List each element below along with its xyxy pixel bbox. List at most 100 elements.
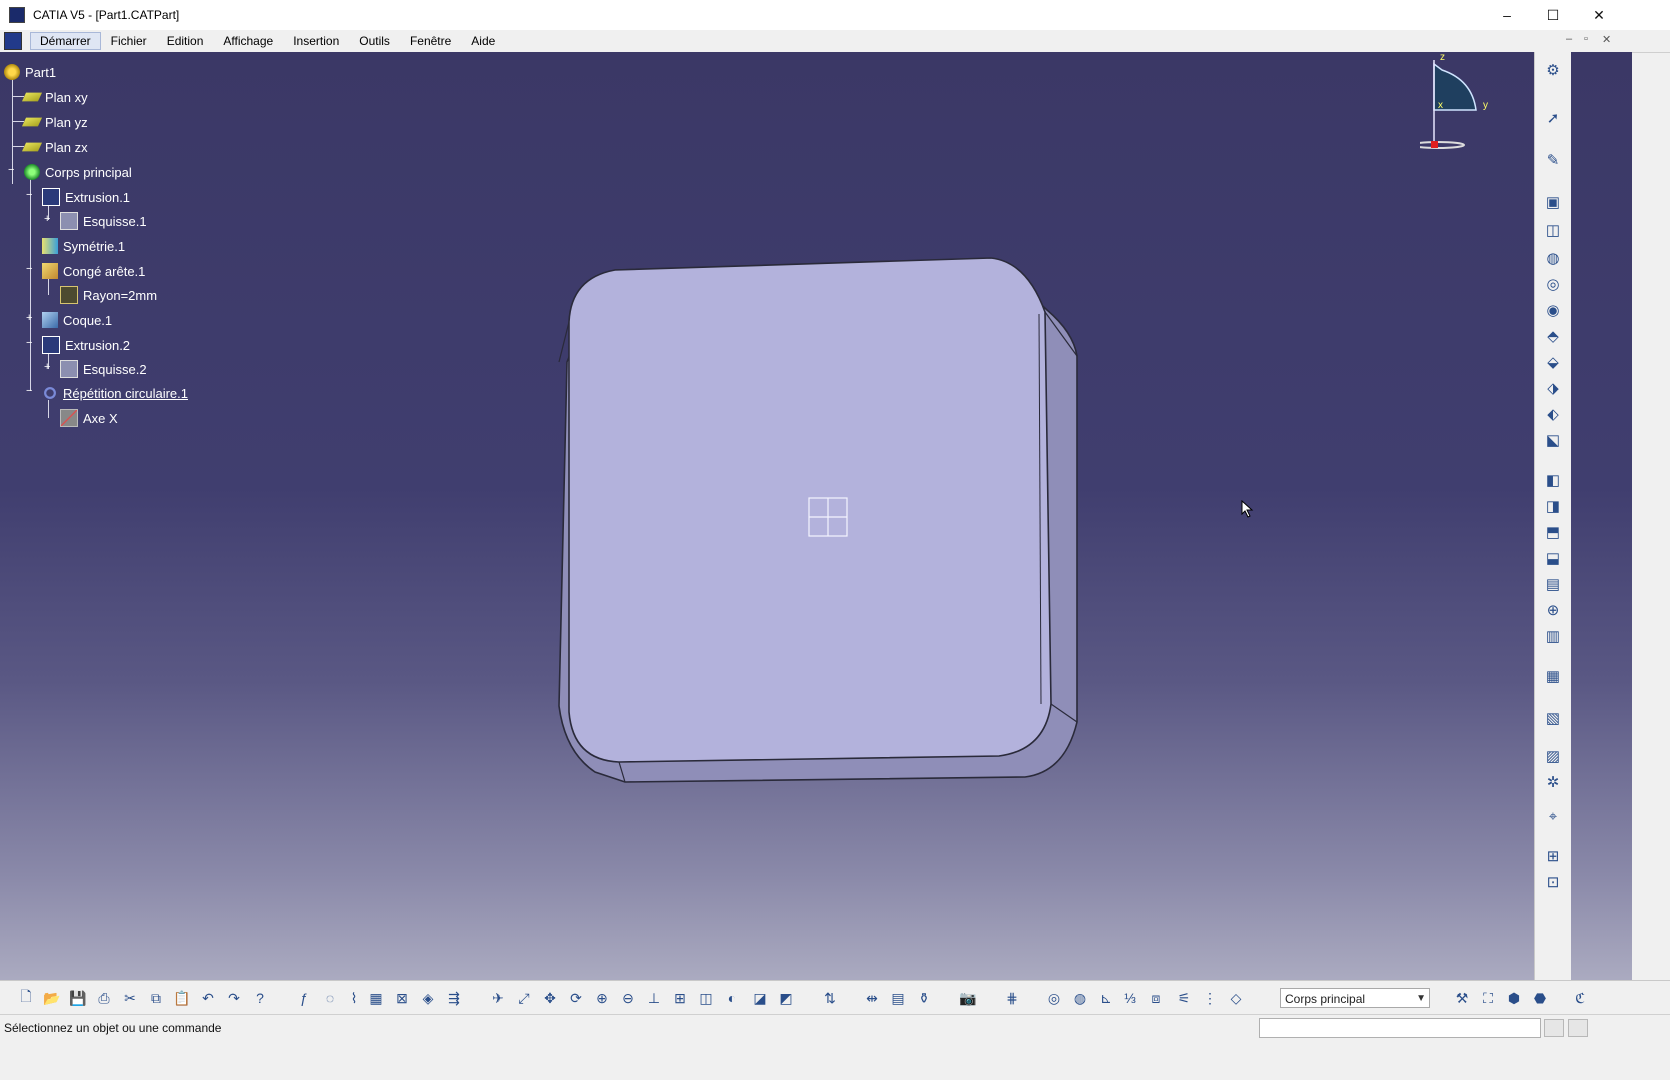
material-icon[interactable]: ⚱	[914, 988, 934, 1008]
tree-node-extrusion-1[interactable]: Extrusion.1	[42, 186, 130, 208]
catia-logo-icon[interactable]: ℭ	[1560, 988, 1600, 1008]
catia-logo-icon[interactable]	[4, 32, 22, 50]
tree-node-plan-zx[interactable]: Plan zx	[21, 136, 88, 158]
gear-icon[interactable]: ⚙	[1543, 60, 1563, 80]
menu-insertion[interactable]: Insertion	[283, 32, 349, 50]
pad-icon[interactable]: ▣	[1543, 192, 1563, 212]
multi-view-icon[interactable]: ⊞	[670, 988, 690, 1008]
close-window-button[interactable]: ✕	[1576, 0, 1622, 30]
status-button-icon[interactable]	[1568, 1019, 1588, 1037]
menu-fichier[interactable]: Fichier	[101, 32, 157, 50]
draft-icon[interactable]: ⬒	[1543, 522, 1563, 542]
knowledge-icon[interactable]: ◌	[320, 988, 340, 1008]
collapse-icon[interactable]: −	[26, 338, 35, 349]
command-input[interactable]	[1259, 1018, 1541, 1038]
hide-show-icon[interactable]: ◪	[750, 988, 770, 1008]
scale-icon[interactable]: ⅓	[1120, 988, 1140, 1008]
thread-icon[interactable]: ⊕	[1543, 600, 1563, 620]
mdi-restore-icon[interactable]: ▫	[1584, 33, 1588, 45]
remove-loft-icon[interactable]: ⬕	[1543, 430, 1563, 450]
tree-node-esquisse-1[interactable]: Esquisse.1	[60, 210, 147, 232]
status-button-icon[interactable]	[1544, 1019, 1564, 1037]
define-in-work-icon[interactable]: ◇	[1226, 988, 1246, 1008]
apply-material-icon[interactable]: ⬢	[1504, 988, 1524, 1008]
list-icon[interactable]: ⋮	[1200, 988, 1220, 1008]
zoom-in-icon[interactable]: ⊕	[592, 988, 612, 1008]
reference-element-icon[interactable]: ⊡	[1543, 872, 1563, 892]
sketch-tool-icon[interactable]: ✎	[1543, 150, 1563, 170]
save-icon[interactable]: 💾	[68, 988, 88, 1008]
sketcher-icon[interactable]: ◎	[1044, 988, 1064, 1008]
expand-icon[interactable]: +	[44, 214, 53, 225]
swap-space-icon[interactable]: ◩	[776, 988, 796, 1008]
shaft-icon[interactable]: ◍	[1543, 248, 1563, 268]
fly-mode-icon[interactable]: ✈	[488, 988, 508, 1008]
shading-icon[interactable]: ◐	[722, 988, 742, 1008]
menu-aide[interactable]: Aide	[461, 32, 505, 50]
cut-icon[interactable]: ✂	[120, 988, 140, 1008]
render-icon[interactable]: ⬣	[1530, 988, 1550, 1008]
map-icon[interactable]: ⛶	[1478, 988, 1498, 1008]
thickness-icon[interactable]: ▤	[1543, 574, 1563, 594]
axis-system-icon[interactable]: ⊾	[1096, 988, 1116, 1008]
split-icon[interactable]: ▦	[1543, 666, 1563, 686]
mdi-minimize-icon[interactable]: –	[1566, 33, 1572, 45]
groove-icon[interactable]: ◎	[1543, 274, 1563, 294]
grid-icon[interactable]: ⋕	[1002, 988, 1022, 1008]
tree-node-repetition-circulaire-1[interactable]: Répétition circulaire.1	[42, 382, 188, 404]
shell-tool-icon[interactable]: ⬓	[1543, 548, 1563, 568]
law-icon[interactable]: ⌇	[344, 988, 364, 1008]
analysis-icon[interactable]: ⇶	[444, 988, 464, 1008]
new-file-icon[interactable]: 🗋	[16, 988, 36, 1008]
sew-surface-icon[interactable]: ▧	[1543, 708, 1563, 728]
3d-viewport[interactable]: Part1 Plan xy Plan yz Plan zx − Corps pr…	[0, 52, 1632, 1020]
tree-node-extrusion-2[interactable]: Extrusion.2	[42, 334, 130, 356]
compass-widget[interactable]: z x y	[1420, 52, 1520, 162]
remove-face-icon[interactable]: ▥	[1543, 626, 1563, 646]
mdi-close-icon[interactable]: ✕	[1602, 33, 1611, 46]
rotate-view-icon[interactable]: ⟳	[566, 988, 586, 1008]
collapse-icon[interactable]: −	[26, 386, 35, 397]
paste-icon[interactable]: 📋	[172, 988, 192, 1008]
rib-icon[interactable]: ⬘	[1543, 326, 1563, 346]
copy-icon[interactable]: ⧉	[146, 988, 166, 1008]
filter-icon[interactable]: ⚟	[1174, 988, 1194, 1008]
undo-icon[interactable]: ↶	[198, 988, 218, 1008]
slot-icon[interactable]: ⬙	[1543, 352, 1563, 372]
menu-demarrer[interactable]: Démarrer	[30, 32, 101, 50]
translation-icon[interactable]: ▨	[1543, 746, 1563, 766]
normal-view-icon[interactable]: ⊥	[644, 988, 664, 1008]
rotation-icon[interactable]: ✲	[1543, 772, 1563, 792]
workbench-icon[interactable]: ⚒	[1452, 988, 1472, 1008]
menu-edition[interactable]: Edition	[157, 32, 214, 50]
hole-icon[interactable]: ◉	[1543, 300, 1563, 320]
tree-node-plan-xy[interactable]: Plan xy	[21, 86, 88, 108]
tree-node-part1[interactable]: Part1	[4, 61, 56, 83]
expand-icon[interactable]: +	[44, 362, 53, 373]
select-arrow-icon[interactable]: ➚	[1543, 108, 1563, 128]
open-file-icon[interactable]: 📂	[42, 988, 62, 1008]
tree-node-plan-yz[interactable]: Plan yz	[21, 111, 88, 133]
tree-node-conge-arete-1[interactable]: Congé arête.1	[42, 260, 145, 282]
catalog-icon[interactable]: ⊠	[392, 988, 412, 1008]
iso-view-icon[interactable]: ◫	[696, 988, 716, 1008]
whats-this-icon[interactable]: ?	[250, 988, 270, 1008]
formula-icon[interactable]: ƒ	[294, 988, 314, 1008]
pan-icon[interactable]: ✥	[540, 988, 560, 1008]
current-body-select[interactable]: Corps principal ▼	[1280, 988, 1430, 1008]
zoom-out-icon[interactable]: ⊖	[618, 988, 638, 1008]
print-icon[interactable]: ⎙	[94, 988, 114, 1008]
capture-icon[interactable]: 📷	[958, 988, 978, 1008]
layer-icon[interactable]: ⧈	[1146, 988, 1166, 1008]
expand-icon[interactable]: +	[26, 313, 35, 324]
globe-icon[interactable]: ◍	[1070, 988, 1090, 1008]
tree-node-axe-x[interactable]: Axe X	[60, 407, 118, 429]
measure-icon[interactable]: ◈	[418, 988, 438, 1008]
loft-icon[interactable]: ⬖	[1543, 404, 1563, 424]
minimize-button[interactable]: –	[1484, 0, 1530, 30]
3d-part-model[interactable]	[555, 252, 1085, 792]
collapse-icon[interactable]: −	[26, 264, 35, 275]
constraint-icon[interactable]: ⇹	[862, 988, 882, 1008]
maximize-button[interactable]: ☐	[1530, 0, 1576, 30]
edge-fillet-icon[interactable]: ◧	[1543, 470, 1563, 490]
